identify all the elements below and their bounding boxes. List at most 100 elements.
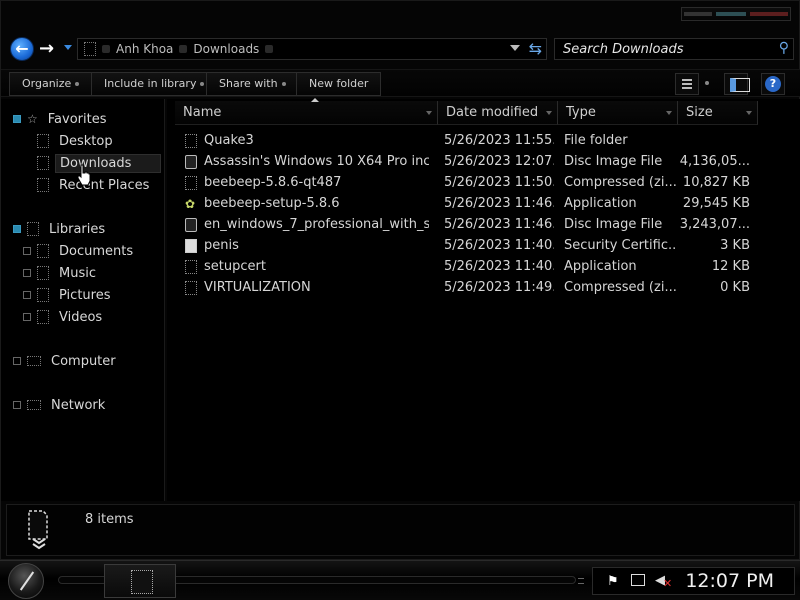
breadcrumb-separator-icon[interactable] bbox=[179, 45, 188, 53]
nav-libraries[interactable]: Libraries bbox=[13, 219, 175, 239]
change-view-icon[interactable] bbox=[675, 73, 699, 95]
item-count: 8 items bbox=[85, 512, 134, 527]
column-size[interactable]: Size bbox=[678, 101, 758, 125]
clock[interactable]: 12:07 PM bbox=[685, 570, 774, 592]
maximize-button[interactable] bbox=[716, 12, 746, 16]
file-type: Security Certific... bbox=[564, 238, 676, 253]
breadcrumb-separator-icon[interactable] bbox=[265, 45, 274, 53]
file-name: VIRTUALIZATION bbox=[204, 280, 311, 295]
nav-music[interactable]: Music bbox=[23, 263, 185, 283]
music-icon bbox=[37, 266, 49, 280]
disc-image-icon bbox=[185, 155, 197, 169]
minimize-button[interactable] bbox=[684, 12, 712, 16]
file-date: 5/26/2023 11:49... bbox=[444, 280, 554, 295]
nav-favorites-label: Favorites bbox=[47, 111, 107, 127]
taskbar-explorer-button[interactable] bbox=[104, 564, 176, 598]
column-filter-icon[interactable] bbox=[426, 111, 432, 115]
organize-button[interactable]: Organize bbox=[9, 72, 93, 96]
navigation-pane: ☆ Favorites Desktop Downloads Recent Pla… bbox=[1, 99, 165, 501]
search-icon[interactable]: ⚲ bbox=[779, 40, 789, 56]
nav-network[interactable]: Network bbox=[13, 395, 175, 415]
address-bar[interactable]: Anh Khoa Downloads ⇆ bbox=[77, 38, 547, 60]
nav-downloads-label: Downloads bbox=[55, 153, 161, 173]
file-row[interactable]: Quake3 5/26/2023 11:55... File folder bbox=[167, 131, 800, 152]
breadcrumb-downloads[interactable]: Downloads bbox=[193, 42, 259, 56]
breadcrumb-separator-icon[interactable] bbox=[102, 45, 110, 53]
file-row[interactable]: setupcert 5/26/2023 11:40... Application… bbox=[167, 257, 800, 278]
nav-favorites[interactable]: ☆ Favorites bbox=[13, 109, 175, 129]
nav-videos[interactable]: Videos bbox=[23, 307, 185, 327]
share-with-button[interactable]: Share with bbox=[206, 72, 299, 96]
nav-libraries-label: Libraries bbox=[49, 221, 106, 237]
file-size: 29,545 KB bbox=[682, 196, 750, 211]
expand-icon[interactable] bbox=[23, 313, 31, 321]
action-center-flag-icon[interactable]: ⚑ bbox=[607, 574, 619, 589]
file-date: 5/26/2023 12:07... bbox=[444, 154, 554, 169]
file-name: Assassin's Windows 10 X64 Pro incl... bbox=[204, 154, 429, 169]
file-date: 5/26/2023 11:40... bbox=[444, 238, 554, 253]
nav-pictures[interactable]: Pictures bbox=[23, 285, 185, 305]
expand-icon[interactable] bbox=[13, 357, 21, 365]
file-date: 5/26/2023 11:40... bbox=[444, 259, 554, 274]
column-header-row: Name Date modified Type Size bbox=[167, 98, 767, 125]
help-button[interactable]: ? bbox=[761, 73, 785, 95]
navigation-bar: ← → Anh Khoa Downloads ⇆ ⚲ bbox=[1, 31, 800, 67]
nav-desktop-label: Desktop bbox=[59, 133, 113, 149]
include-in-library-button[interactable]: Include in library bbox=[91, 72, 218, 96]
file-type: Disc Image File bbox=[564, 154, 663, 169]
column-type[interactable]: Type bbox=[558, 101, 678, 125]
disc-image-icon bbox=[185, 218, 197, 232]
file-row[interactable]: penis 5/26/2023 11:40... Security Certif… bbox=[167, 236, 800, 257]
nav-recent-places-label: Recent Places bbox=[59, 177, 150, 193]
column-filter-icon[interactable] bbox=[746, 111, 752, 115]
volume-muted-icon[interactable]: ◀ ✕ bbox=[655, 573, 672, 590]
column-filter-icon[interactable] bbox=[546, 111, 552, 115]
refresh-icon[interactable]: ⇆ bbox=[529, 40, 542, 58]
breadcrumb-user[interactable]: Anh Khoa bbox=[116, 42, 173, 56]
recent-places-icon bbox=[37, 178, 49, 192]
nav-documents[interactable]: Documents bbox=[23, 241, 185, 261]
column-filter-icon[interactable] bbox=[666, 111, 672, 115]
view-options-dropdown[interactable] bbox=[701, 73, 713, 95]
back-arrow-icon: ← bbox=[15, 39, 29, 58]
file-row[interactable]: beebeep-5.8.6-qt487 5/26/2023 11:50... C… bbox=[167, 173, 800, 194]
nav-network-label: Network bbox=[51, 397, 106, 413]
expand-icon[interactable] bbox=[13, 115, 21, 123]
preview-pane-icon[interactable] bbox=[724, 73, 750, 95]
expand-icon[interactable] bbox=[23, 269, 31, 277]
bee-app-icon: ✿ bbox=[185, 197, 196, 211]
search-input[interactable] bbox=[555, 39, 793, 59]
new-folder-button[interactable]: New folder bbox=[296, 72, 382, 96]
address-history-dropdown-icon[interactable] bbox=[510, 45, 520, 51]
file-name: setupcert bbox=[204, 259, 266, 274]
expand-icon[interactable] bbox=[13, 225, 21, 233]
zip-icon bbox=[185, 176, 197, 190]
start-button[interactable] bbox=[8, 563, 44, 599]
file-row[interactable]: Assassin's Windows 10 X64 Pro incl... 5/… bbox=[167, 152, 800, 173]
column-name[interactable]: Name bbox=[175, 98, 438, 125]
search-box: ⚲ bbox=[554, 38, 794, 60]
recent-pages-dropdown-icon[interactable] bbox=[64, 45, 72, 50]
file-name: penis bbox=[204, 238, 239, 253]
new-folder-label: New folder bbox=[309, 77, 369, 90]
file-type: File folder bbox=[564, 133, 628, 148]
back-button[interactable]: ← bbox=[10, 37, 34, 61]
close-button[interactable] bbox=[750, 12, 788, 16]
hand-cursor-icon bbox=[77, 164, 91, 186]
star-icon: ☆ bbox=[27, 112, 38, 126]
folder-icon bbox=[185, 134, 197, 148]
file-row[interactable]: VIRTUALIZATION 5/26/2023 11:49... Compre… bbox=[167, 278, 800, 299]
nav-computer[interactable]: Computer bbox=[13, 351, 175, 371]
forward-button[interactable]: → bbox=[39, 39, 54, 59]
expand-icon[interactable] bbox=[23, 247, 31, 255]
dropdown-dot-icon bbox=[281, 82, 286, 86]
taskbar-grip[interactable] bbox=[578, 578, 584, 584]
help-icon: ? bbox=[765, 76, 781, 92]
expand-icon[interactable] bbox=[13, 401, 21, 409]
file-row[interactable]: ✿ beebeep-setup-5.8.6 5/26/2023 11:46...… bbox=[167, 194, 800, 215]
zip-icon bbox=[185, 281, 197, 295]
column-date-modified[interactable]: Date modified bbox=[438, 101, 558, 125]
network-tray-icon[interactable] bbox=[631, 574, 645, 586]
file-row[interactable]: en_windows_7_professional_with_sp... 5/2… bbox=[167, 215, 800, 236]
expand-icon[interactable] bbox=[23, 291, 31, 299]
